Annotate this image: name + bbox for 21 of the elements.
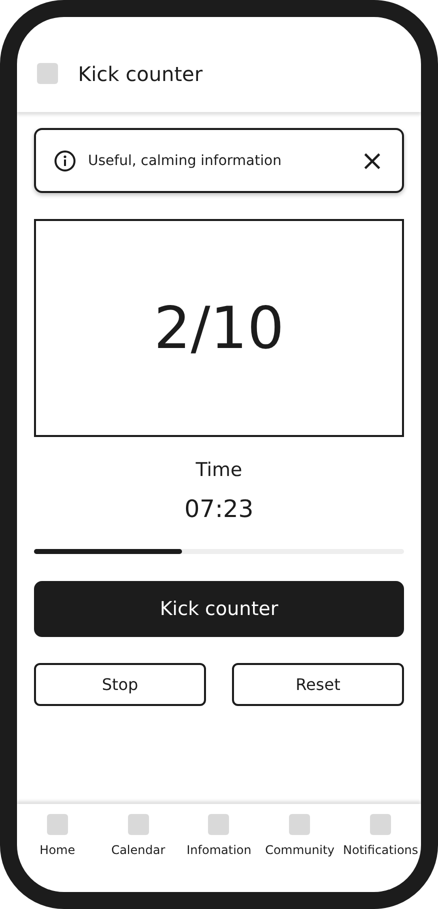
close-button[interactable]: × [360, 146, 384, 174]
placeholder-icon [128, 814, 149, 835]
nav-item[interactable]: Calendar [98, 814, 179, 892]
info-icon [54, 150, 76, 172]
nav-item[interactable]: Community [259, 814, 340, 892]
time-value: 07:23 [184, 495, 254, 523]
info-text: Useful, calming information [88, 152, 282, 168]
placeholder-icon [289, 814, 310, 835]
kick-count: 2/10 [154, 294, 284, 362]
action-button[interactable]: Stop [34, 663, 206, 706]
time-label: Time [196, 459, 242, 481]
kick-counter-button[interactable]: Kick counter [34, 581, 404, 637]
action-button[interactable]: Reset [232, 663, 404, 706]
nav-item[interactable]: Home [17, 814, 98, 892]
page-title: Kick counter [78, 62, 203, 86]
nav-item[interactable]: Infomation [178, 814, 260, 892]
placeholder-icon [208, 814, 230, 835]
placeholder-icon [46, 814, 68, 835]
nav-item[interactable]: Notifications [340, 814, 421, 892]
placeholder-icon [370, 814, 392, 835]
placeholder-icon[interactable] [37, 63, 58, 84]
